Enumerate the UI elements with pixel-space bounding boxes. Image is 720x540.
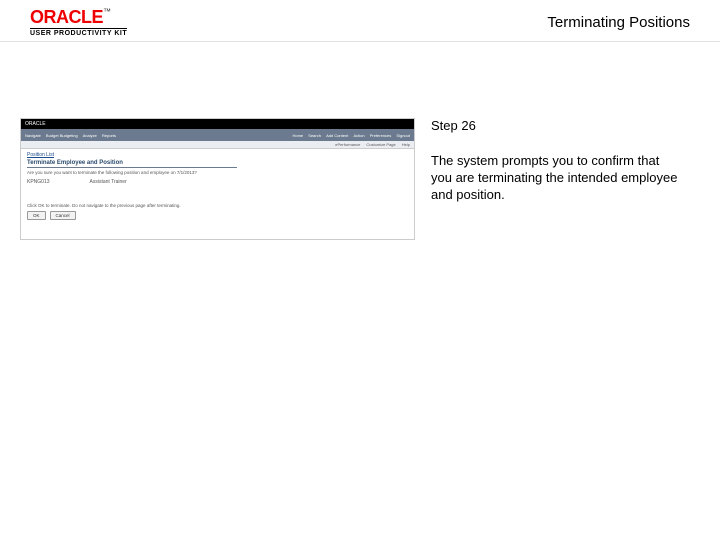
thumb-subbar: ePerformance Customize Page Help (21, 141, 414, 149)
thumb-page-heading: Terminate Employee and Position (27, 160, 237, 168)
nav-item: Budget Budgeting (46, 133, 78, 138)
thumb-columns: KPNG013 Assistant Trainer (27, 179, 408, 185)
oracle-logo: ORACLE™ (30, 8, 127, 26)
trademark-symbol: ™ (103, 7, 111, 16)
brand-text: ORACLE (30, 7, 103, 27)
nav-item: Navigate (25, 133, 41, 138)
subbar-item: ePerformance (335, 142, 360, 147)
thumb-breadcrumb: Position List (27, 152, 408, 158)
thumb-topbar: ORACLE (21, 119, 414, 129)
nav-item: Signout (396, 133, 410, 138)
brand-block: ORACLE™ USER PRODUCTIVITY KIT (30, 8, 127, 37)
thumb-nav-left: Navigate Budget Budgeting Analyze Report… (25, 133, 120, 138)
cancel-button: Cancel (50, 211, 76, 220)
nav-item: Preferences (370, 133, 392, 138)
subbar-item: Customize Page (366, 142, 395, 147)
thumb-note: Click OK to terminate. Do not navigate t… (27, 203, 408, 208)
thumb-nav: Navigate Budget Budgeting Analyze Report… (21, 129, 414, 141)
app-screenshot-thumbnail: ORACLE Navigate Budget Budgeting Analyze… (20, 118, 415, 240)
step-description: The system prompts you to confirm that y… (431, 153, 681, 204)
thumb-body: Position List Terminate Employee and Pos… (21, 149, 414, 223)
nav-item: Action (353, 133, 364, 138)
product-line: USER PRODUCTIVITY KIT (30, 28, 127, 37)
page-header: ORACLE™ USER PRODUCTIVITY KIT Terminatin… (0, 0, 720, 42)
thumb-nav-right: Home Search Add Content Action Preferenc… (288, 133, 410, 138)
thumb-button-row: OK Cancel (27, 211, 408, 220)
content-area: ORACLE Navigate Budget Budgeting Analyze… (0, 42, 720, 240)
nav-item: Reports (102, 133, 116, 138)
subbar-item: Help (402, 142, 410, 147)
step-label: Step 26 (431, 118, 690, 135)
thumb-brand: ORACLE (25, 121, 46, 127)
nav-item: Home (292, 133, 303, 138)
thumb-col1: KPNG013 (27, 179, 50, 185)
instruction-panel: Step 26 The system prompts you to confir… (431, 118, 690, 240)
thumb-confirm-text: Are you sure you want to terminate the f… (27, 170, 408, 175)
nav-item: Search (308, 133, 321, 138)
ok-button: OK (27, 211, 46, 220)
thumb-col2: Assistant Trainer (90, 179, 127, 185)
nav-item: Analyze (83, 133, 97, 138)
nav-item: Add Content (326, 133, 348, 138)
page-title: Terminating Positions (547, 8, 690, 31)
